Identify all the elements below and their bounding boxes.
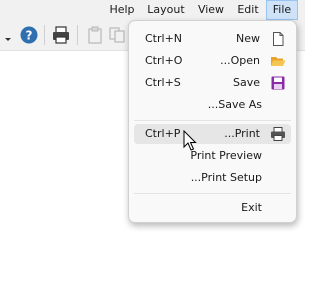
menu-item-open[interactable]: Ctrl+O ...Open [134, 51, 291, 71]
toolbar-separator [44, 25, 45, 45]
menu-item-print-setup[interactable]: ...Print Setup [134, 168, 291, 188]
menu-help[interactable]: Help [104, 0, 140, 20]
menu-file[interactable]: File [266, 0, 298, 20]
open-folder-icon [271, 57, 286, 66]
menu-item-new[interactable]: Ctrl+N New [134, 29, 291, 49]
menu-layout[interactable]: Layout [142, 0, 190, 20]
shortcut-label: Ctrl+O [145, 54, 183, 67]
help-icon[interactable]: ? [19, 25, 39, 45]
menu-item-save-as[interactable]: ...Save As [134, 95, 291, 115]
menu-item-save[interactable]: Ctrl+S Save [134, 73, 291, 93]
print-icon[interactable] [51, 25, 71, 45]
menu-divider [134, 120, 291, 121]
menu-item-label: New [236, 32, 260, 45]
menu-divider [134, 193, 291, 194]
toolbar-separator [77, 25, 78, 45]
new-document-icon [273, 32, 284, 46]
menu-item-label: Save [232, 76, 260, 89]
menu-item-label: Exit [241, 201, 262, 214]
mouse-cursor-icon [183, 130, 197, 151]
svg-text:?: ? [26, 29, 33, 43]
menu-item-label: ...Print Setup [190, 171, 262, 184]
dropdown-arrow-icon[interactable] [2, 25, 14, 45]
menu-item-label: ...Open [220, 54, 260, 67]
menu-item-label: ...Print [224, 127, 260, 140]
shortcut-label: Ctrl+N [145, 32, 183, 45]
shortcut-label: Ctrl+S [145, 76, 181, 89]
printer-icon [271, 127, 285, 141]
menu-item-label: Print Preview [190, 149, 262, 162]
menu-view[interactable]: View [192, 0, 230, 20]
menu-item-print-preview[interactable]: Print Preview [134, 146, 291, 166]
save-disk-icon [271, 76, 285, 90]
menu-item-label: ...Save As [207, 98, 262, 111]
menu-item-exit[interactable]: Exit [134, 198, 291, 218]
file-menu-dropdown: Ctrl+N New Ctrl+O ...Open Ctrl+S Save ..… [128, 20, 297, 223]
shortcut-label: Ctrl+P [145, 127, 181, 140]
menu-bar: Help Layout View Edit File [0, 0, 305, 20]
copy-icon[interactable] [107, 25, 127, 45]
paste-icon[interactable] [85, 25, 105, 45]
menu-item-print[interactable]: Ctrl+P ...Print [134, 124, 291, 144]
menu-edit[interactable]: Edit [232, 0, 264, 20]
